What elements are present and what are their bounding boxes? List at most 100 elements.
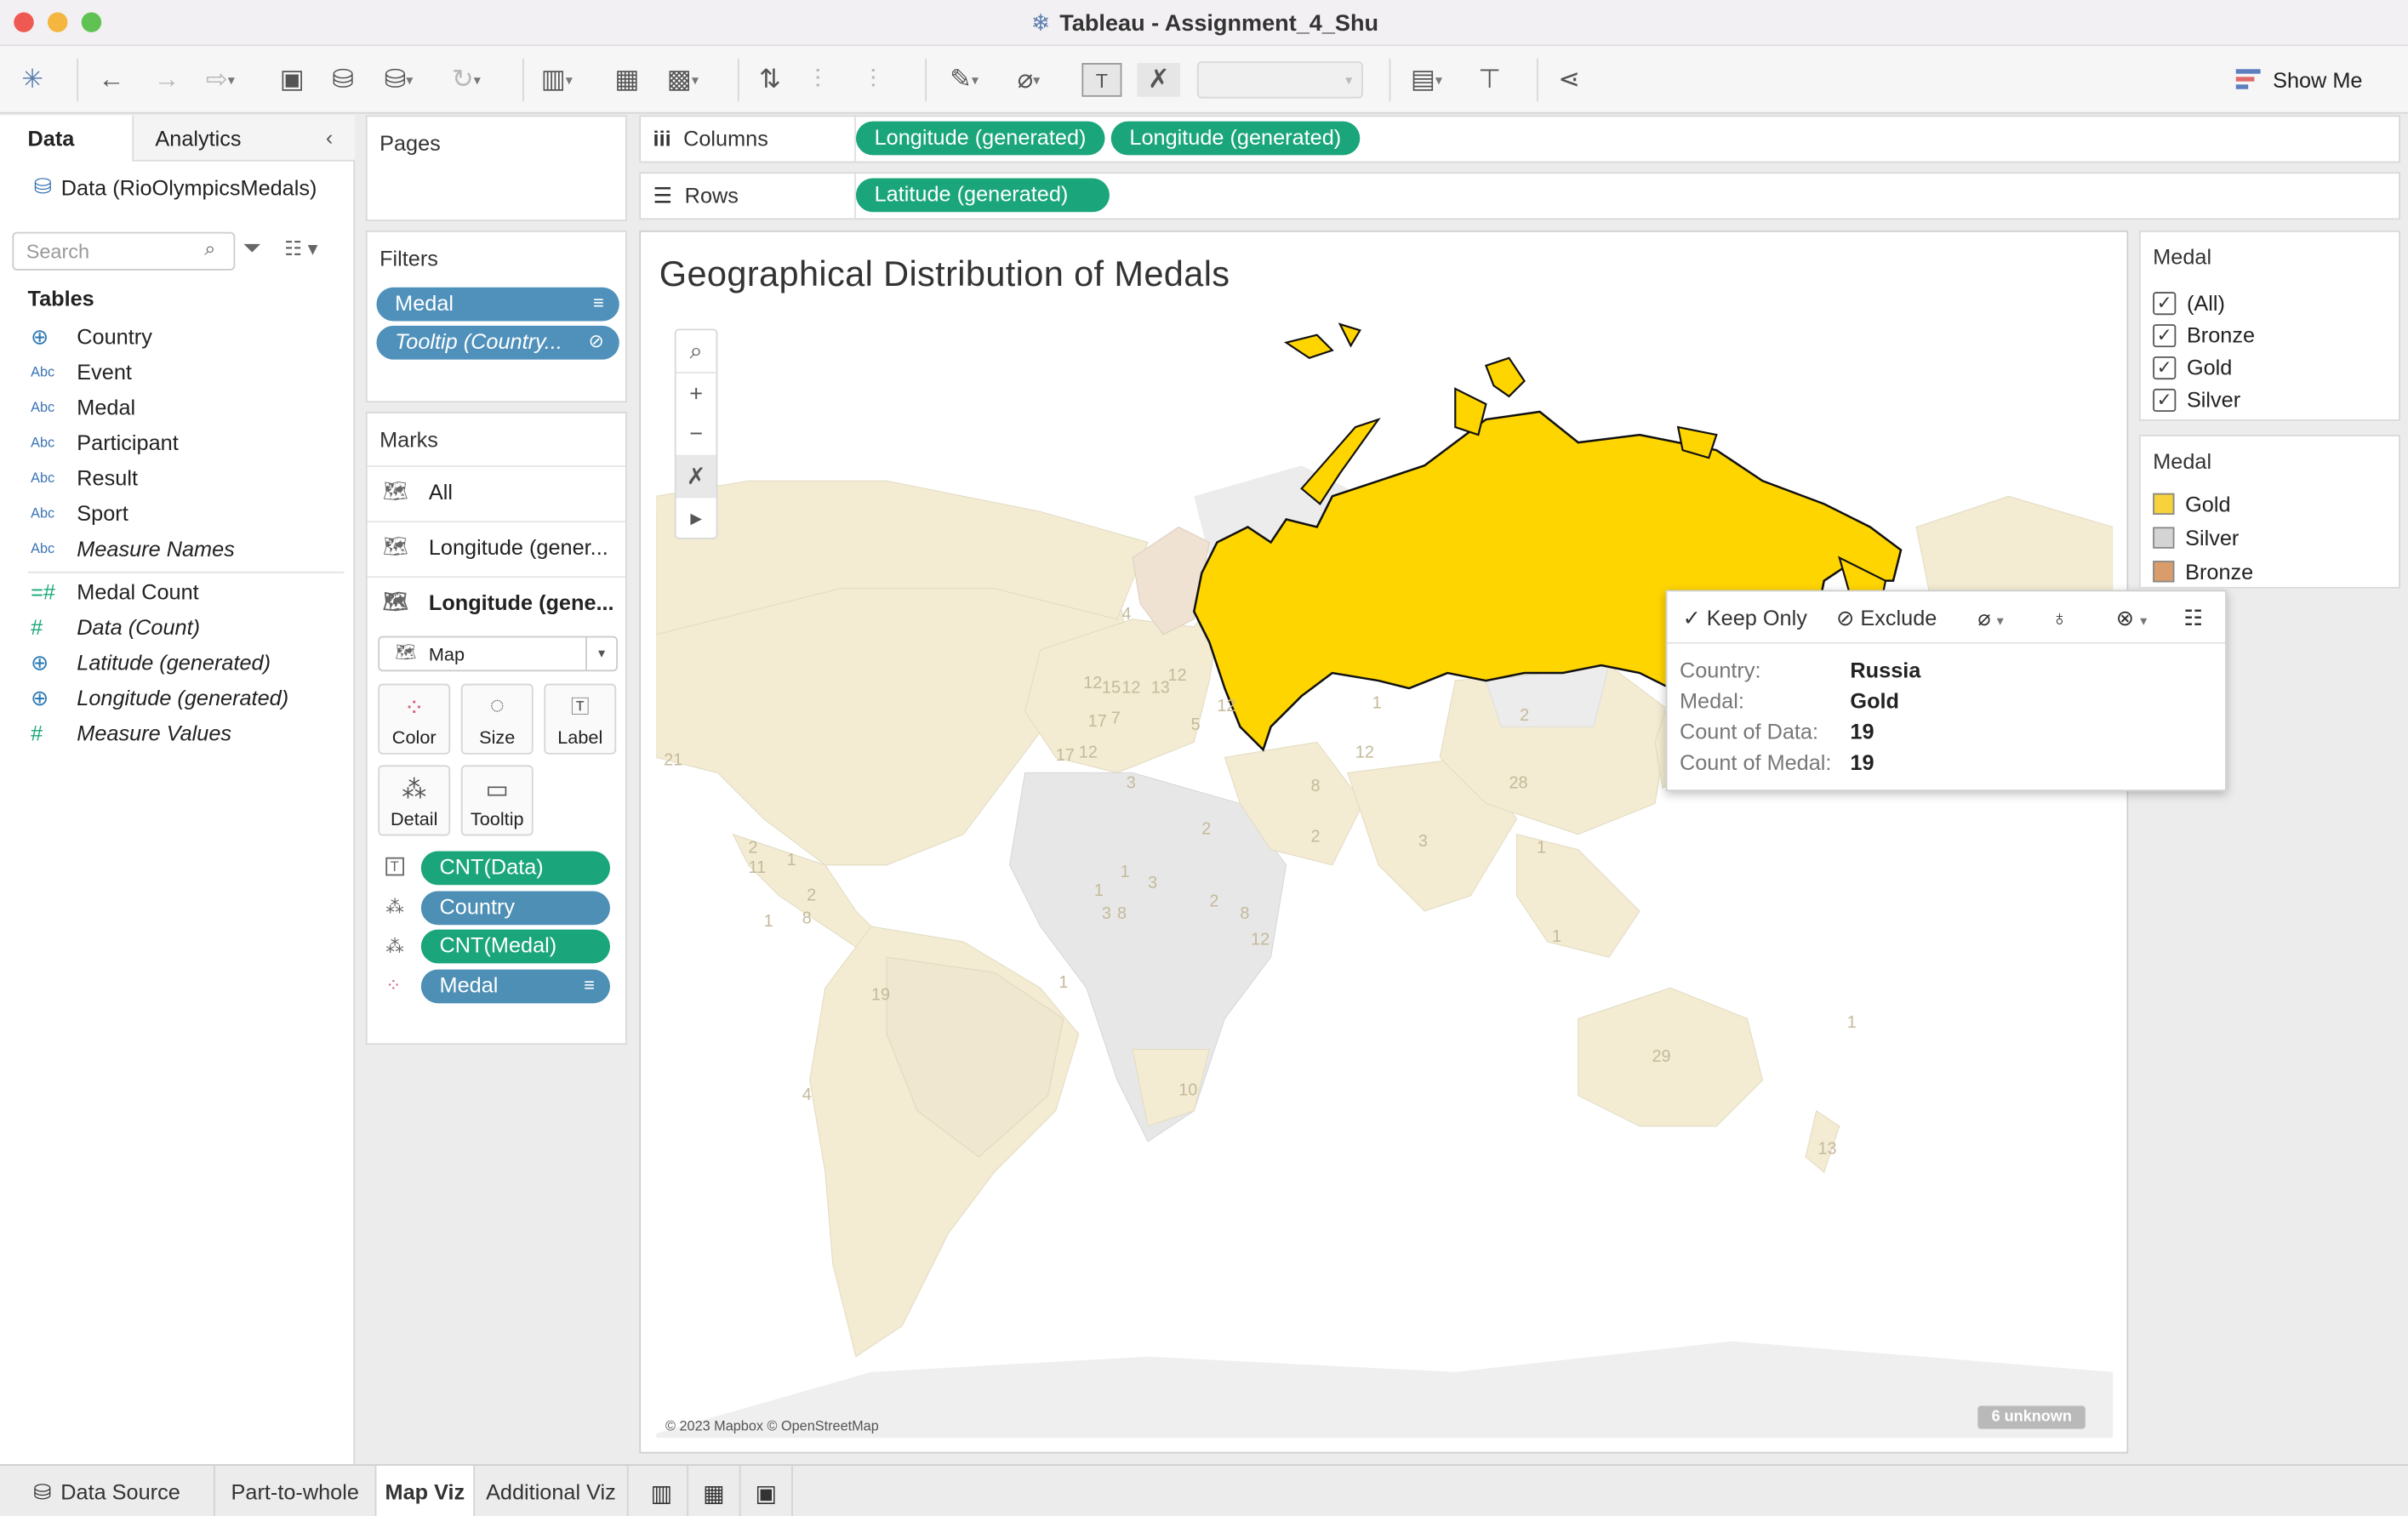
undo-icon[interactable]: ←	[99, 63, 125, 97]
new-worksheet-icon[interactable]: ▥	[636, 1465, 689, 1516]
marks-pill-medal[interactable]: Medal ≡	[420, 969, 610, 1004]
zoom-out-icon[interactable]: −	[676, 413, 716, 455]
group-icon[interactable]: ⌀ ▾	[1977, 606, 2003, 632]
columns-pill-longitude-2[interactable]: Longitude (generated)	[1110, 121, 1360, 156]
window-title: ❄ Tableau - Assignment_4_Shu	[1030, 10, 1379, 37]
pause-updates-icon[interactable]: ⛁ ▾	[385, 63, 414, 97]
field-medal-count[interactable]: =# Medal Count	[31, 574, 199, 608]
marks-pill-cnt-medal[interactable]: CNT(Medal)	[420, 929, 610, 964]
sort-descending-icon[interactable]: ⫶	[870, 63, 876, 97]
rows-pill-latitude[interactable]: Latitude (generated)	[855, 178, 1110, 213]
tab-data[interactable]: Data	[0, 115, 133, 162]
share-icon[interactable]: ⋖	[1558, 63, 1580, 97]
save-icon[interactable]: ▣	[280, 63, 305, 97]
size-icon: ◌	[489, 692, 505, 720]
marks-card: Marks 🗺 All 🗺 Longitude (gener... 🗺 Longitu…	[365, 412, 627, 1046]
legend-item-gold[interactable]: Gold	[2153, 492, 2231, 516]
field-longitude-generated[interactable]: ⊕ Longitude (generated)	[31, 681, 288, 715]
filter-option-all[interactable]: ✓ (All)	[2153, 290, 2225, 315]
field-latitude-generated[interactable]: ⊕ Latitude (generated)	[31, 646, 271, 680]
expand-toolbar-icon[interactable]: ▸	[676, 496, 716, 538]
filter-pill-medal[interactable]: Medal ≡	[376, 287, 619, 322]
new-datasource-icon[interactable]: ⛁	[332, 63, 354, 97]
field-participant[interactable]: Abc Participant	[31, 425, 179, 459]
filter-fields-icon[interactable]: ⏷	[243, 235, 261, 261]
highlight-icon[interactable]: ✎ ▾	[950, 63, 979, 97]
tab-map-viz[interactable]: Map Viz	[376, 1465, 476, 1516]
tab-data-source[interactable]: ⛁ Data Source	[0, 1465, 215, 1516]
new-worksheet-icon[interactable]: ▥ ▾	[541, 63, 573, 97]
label-button[interactable]: 🅃 Label	[544, 683, 617, 755]
marks-row-longitude-1[interactable]: 🗺 Longitude (gener...	[367, 521, 626, 573]
field-measure-values[interactable]: # Measure Values	[31, 716, 231, 750]
columns-pill-longitude-1[interactable]: Longitude (generated)	[855, 121, 1105, 156]
marks-row-longitude-2[interactable]: 🗺 Longitude (gene...	[367, 576, 626, 628]
keep-only-button[interactable]: ✓ Keep Only	[1683, 606, 1807, 632]
field-data-count[interactable]: # Data (Count)	[31, 610, 200, 644]
field-measure-names[interactable]: Abc Measure Names	[31, 532, 235, 566]
show-me-button[interactable]: Show Me	[2235, 63, 2362, 97]
explain-data-icon[interactable]: ♁	[2051, 606, 2068, 630]
show-cards-icon[interactable]: ▤ ▾	[1411, 63, 1442, 97]
field-result[interactable]: Abc Result	[31, 461, 138, 495]
filters-shelf[interactable]: Filters Medal ≡ Tooltip (Country... ⊘	[365, 230, 627, 403]
columns-shelf[interactable]: iii Columns Longitude (generated) Longitu…	[639, 115, 2400, 163]
view-data-icon[interactable]: ☷	[2183, 606, 2203, 632]
duplicate-sheet-icon[interactable]: ▦	[614, 63, 639, 97]
world-map[interactable]: 4 12 15 12 13 12 17 7 17 12 3 5 12 2 28 12 8 2 3 1 1 2 1 3 8 2 3 12…	[656, 311, 2114, 1439]
zoom-in-icon[interactable]: +	[676, 372, 716, 413]
detail-icon: ⁂	[402, 777, 427, 804]
legend-item-silver[interactable]: Silver	[2153, 526, 2239, 550]
mark-type-dropdown[interactable]: 🗺 Map ▾	[378, 635, 619, 672]
tab-additional-viz[interactable]: Additional Viz	[475, 1465, 629, 1516]
search-icon: ⌕	[204, 237, 216, 260]
tab-analytics[interactable]: Analytics	[132, 115, 356, 162]
tableau-start-icon[interactable]: ✳	[21, 63, 43, 97]
refresh-icon[interactable]: ↻ ▾	[452, 63, 481, 97]
group-members-icon[interactable]: ⌀ ▾	[1018, 63, 1041, 97]
field-event[interactable]: Abc Event	[31, 355, 132, 389]
legend-item-bronze[interactable]: Bronze	[2153, 559, 2253, 584]
filter-option-bronze[interactable]: ✓ Bronze	[2153, 322, 2255, 347]
swap-axes-icon[interactable]: ⇅	[759, 63, 781, 97]
new-dashboard-icon[interactable]: ▦	[688, 1465, 741, 1516]
detail-button[interactable]: ⁂ Detail	[378, 765, 451, 836]
redo-icon[interactable]: →	[154, 63, 180, 97]
marks-row-all[interactable]: 🗺 All	[367, 465, 626, 517]
marks-pill-country[interactable]: Country	[420, 891, 610, 926]
pin-map-icon[interactable]: ✗	[676, 454, 716, 497]
view-options-icon[interactable]: ☷ ▾	[284, 237, 317, 261]
collapse-pane-icon[interactable]: ‹	[326, 124, 333, 149]
filter-pill-tooltip-country[interactable]: Tooltip (Country... ⊘	[376, 325, 619, 360]
world-map-svg[interactable]: 412 15 12 131217 717 123512 2281282 311213 82312…	[656, 312, 2114, 1439]
tab-part-to-whole[interactable]: Part-to-whole	[215, 1465, 377, 1516]
tooltip-button[interactable]: ▭ Tooltip	[460, 765, 534, 836]
color-button[interactable]: ⁘ Color	[378, 683, 451, 755]
fit-dropdown[interactable]: ▾	[1196, 61, 1363, 99]
field-country[interactable]: ⊕ Country	[31, 320, 152, 354]
exclude-button[interactable]: ⊘ Exclude	[1836, 606, 1937, 632]
filter-option-silver[interactable]: ✓ Silver	[2153, 387, 2240, 412]
replay-icon[interactable]: ⇨ ▾	[206, 63, 235, 97]
show-mark-labels-icon[interactable]: T	[1081, 63, 1122, 97]
map-count-label: 2	[1520, 706, 1529, 725]
marks-pill-cnt-data[interactable]: CNT(Data)	[420, 851, 610, 886]
create-set-icon[interactable]: ⊗ ▾	[2116, 606, 2147, 632]
datasource-item[interactable]: ⛁ Data (RioOlympicsMedals)	[34, 174, 317, 200]
search-icon[interactable]: ⌕	[676, 330, 716, 372]
filter-option-gold[interactable]: ✓ Gold	[2153, 355, 2232, 379]
rows-shelf[interactable]: ☰ Rows Latitude (generated)	[639, 172, 2400, 220]
clear-sheet-icon[interactable]: ▩ ▾	[667, 63, 699, 97]
presentation-mode-icon[interactable]: ⊤	[1478, 63, 1501, 97]
fix-axes-icon[interactable]: ✗	[1137, 63, 1181, 97]
field-medal[interactable]: Abc Medal	[31, 390, 135, 425]
field-sport[interactable]: Abc Sport	[31, 496, 128, 530]
size-button[interactable]: ◌ Size	[460, 683, 534, 755]
pages-shelf[interactable]: Pages	[365, 115, 627, 222]
map-count-label: 3	[1127, 773, 1136, 792]
search-input[interactable]: Search	[12, 231, 236, 271]
unknown-badge[interactable]: 6 unknown	[1977, 1405, 2086, 1429]
new-story-icon[interactable]: ▣	[740, 1465, 793, 1516]
sort-ascending-icon[interactable]: ⫶	[814, 63, 821, 97]
datasource-label: Data (RioOlympicsMedals)	[60, 174, 317, 199]
